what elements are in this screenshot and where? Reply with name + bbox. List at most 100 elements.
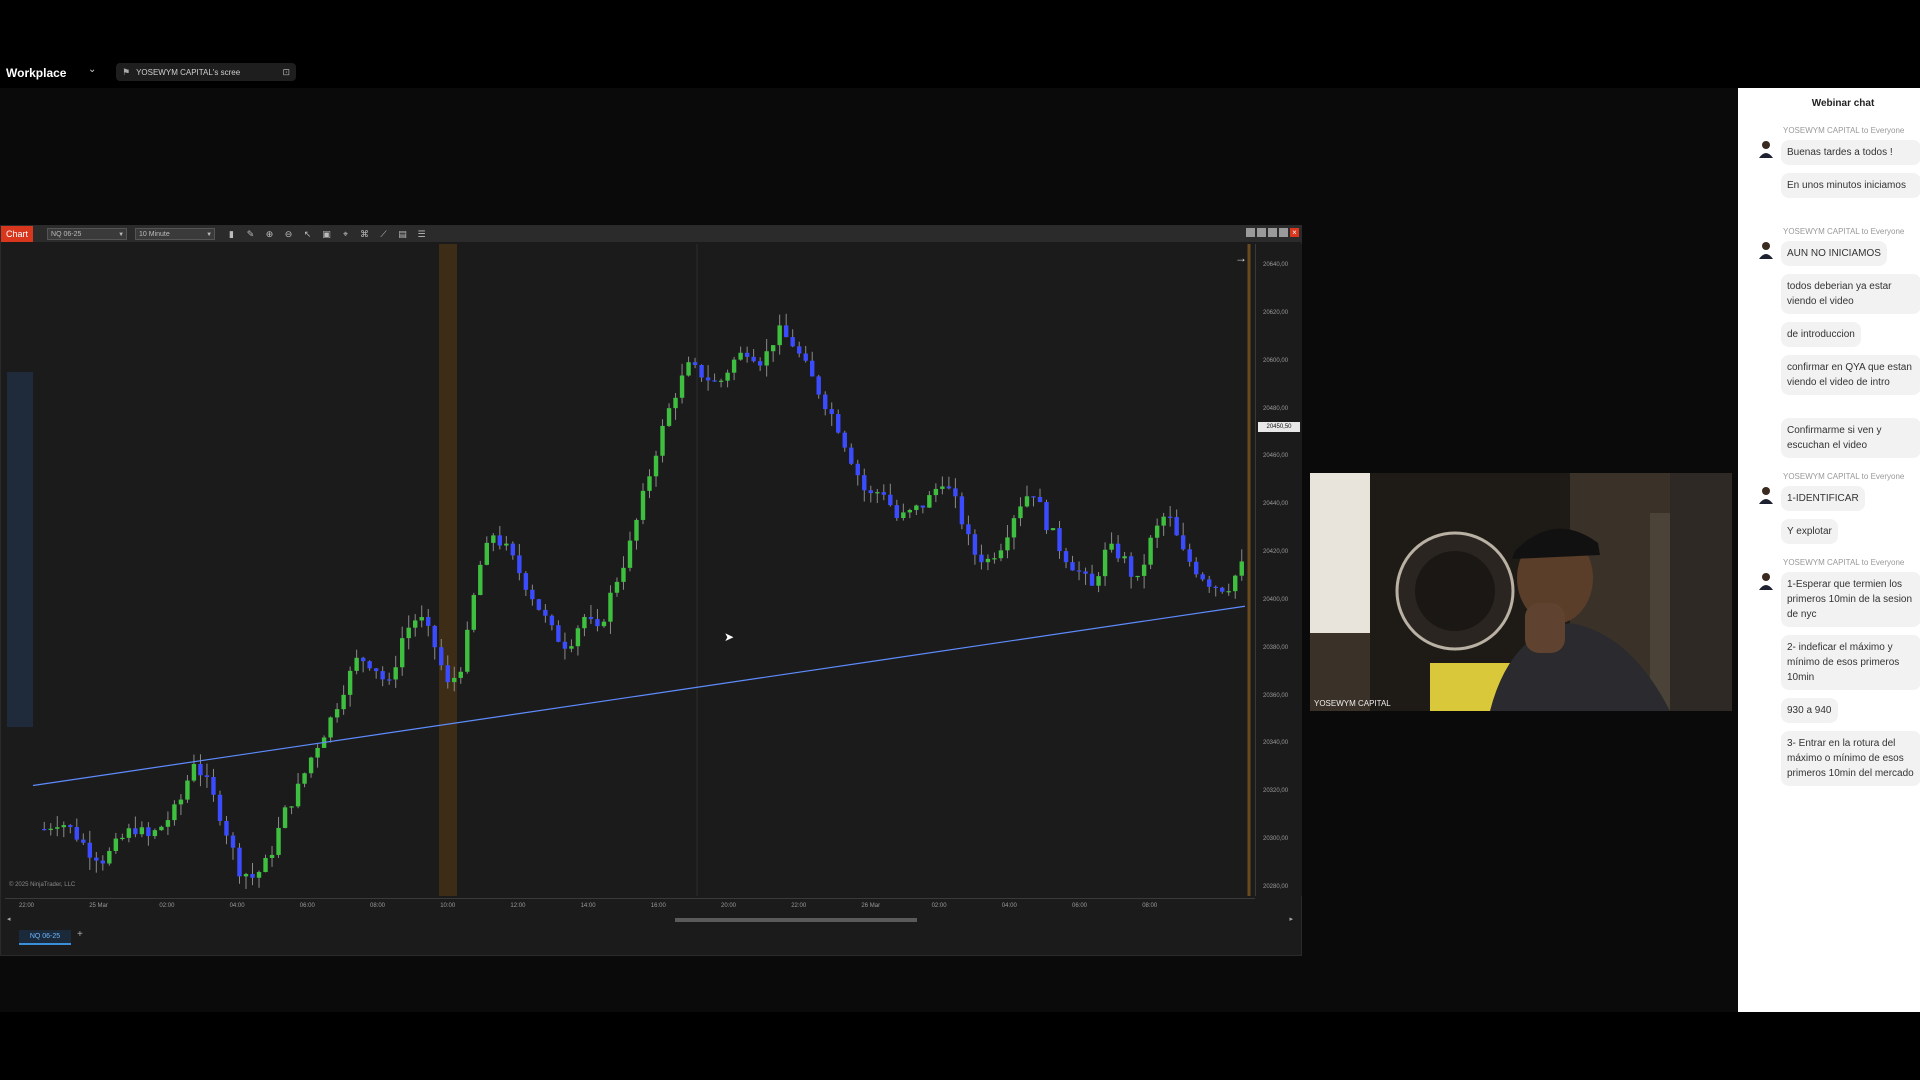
chevron-down-icon[interactable]: ⌄: [88, 64, 96, 75]
candle-up: [1109, 543, 1114, 550]
candle-down: [751, 356, 756, 362]
candle-up: [1102, 549, 1108, 577]
price-tick-label: 20360,00: [1263, 692, 1289, 699]
candle-up: [504, 543, 509, 546]
properties-icon[interactable]: ▤: [396, 228, 409, 240]
candle-up: [302, 773, 307, 784]
candle-up: [608, 592, 613, 622]
candle-up: [601, 621, 607, 627]
tile-icon[interactable]: [1257, 228, 1266, 237]
draw-tool-icon[interactable]: ✎: [244, 228, 257, 240]
workplace-menu[interactable]: Workplace: [6, 66, 66, 80]
list-icon[interactable]: ☰: [415, 228, 428, 240]
candle-up: [393, 667, 398, 680]
candle-up: [172, 804, 177, 821]
pointer-icon[interactable]: ↖: [301, 228, 314, 240]
candle-up: [627, 540, 633, 568]
candle-up: [165, 820, 171, 827]
price-tick-label: 20300,00: [1263, 836, 1289, 843]
candle-down: [380, 671, 385, 680]
candle-up: [465, 629, 470, 672]
scrollbar-thumb[interactable]: [675, 918, 917, 922]
candle-down: [790, 337, 795, 347]
candle-up: [471, 594, 476, 630]
minimize-icon[interactable]: [1268, 228, 1277, 237]
candle-up: [1135, 575, 1140, 578]
bar-type-icon[interactable]: ▮: [225, 228, 238, 240]
zoom-in-icon[interactable]: ⊕: [263, 228, 276, 240]
window-controls: ×: [1246, 228, 1299, 237]
price-chart[interactable]: → ➤: [5, 244, 1255, 896]
candle-up: [1096, 576, 1101, 586]
chart-window: Chart NQ 06-25 ▼ 10 Minute ▼ ▮ ✎ ⊕ ⊖ ↖ ▣ ⌖…: [0, 225, 1302, 956]
candle-up: [159, 826, 164, 831]
candle-down: [230, 835, 236, 848]
candle-down: [1089, 573, 1095, 586]
session-band: [439, 244, 457, 896]
candle-up: [686, 362, 691, 376]
candle-down: [888, 494, 893, 506]
candle-down: [439, 647, 444, 666]
candle-down: [1200, 574, 1205, 580]
candle-down: [81, 839, 86, 843]
candle-up: [458, 671, 463, 678]
candle-down: [536, 599, 542, 610]
candle-down: [1187, 549, 1192, 562]
candle-down: [803, 353, 808, 361]
candle-up: [725, 372, 730, 381]
maximize-icon[interactable]: [1279, 228, 1288, 237]
candle-up: [107, 850, 112, 864]
candle-down: [894, 505, 900, 519]
price-axis[interactable]: 20640,00 20620,00 20600,00 20480,00 20460,00…: [1255, 244, 1302, 896]
candle-up: [907, 509, 913, 513]
webinar-chat-panel: Webinar chat YOSEWYM CAPITAL to Everyone…: [1738, 88, 1920, 1012]
scroll-left-icon[interactable]: ◂: [7, 915, 11, 923]
candle-up: [1122, 556, 1127, 559]
horizontal-scrollbar[interactable]: ◂ ▸: [5, 916, 1295, 924]
price-tick-label: 20280,00: [1263, 884, 1289, 890]
instrument-tabs-bar: NQ 06-25 +: [1, 926, 1301, 950]
instrument-select[interactable]: NQ 06-25 ▼: [47, 228, 128, 240]
candle-up: [640, 490, 646, 520]
indicator-icon[interactable]: ⌘: [358, 228, 371, 240]
presenter-webcam: YOSEWYM CAPITAL: [1310, 473, 1732, 711]
candle-down: [237, 847, 242, 877]
price-tick-label: 20320,00: [1263, 788, 1289, 795]
line-tool-icon[interactable]: ⟋: [377, 228, 390, 240]
zoom-out-icon[interactable]: ⊖: [282, 228, 295, 240]
screen-share-tab[interactable]: ⚑ YOSEWYM CAPITAL's scree ⊡: [116, 63, 296, 81]
instrument-tab[interactable]: NQ 06-25: [19, 930, 71, 945]
close-icon[interactable]: ×: [1290, 228, 1299, 237]
candle-down: [868, 490, 873, 494]
time-tick-label: 02:00: [931, 903, 947, 909]
strategy-icon[interactable]: ⌖: [339, 228, 352, 240]
candle-up: [491, 535, 496, 543]
candle-down: [862, 475, 867, 491]
tile-icon[interactable]: [1246, 228, 1255, 237]
time-axis[interactable]: 22:00 25 Mar 02:00 04:00 06:00 08:00 10:00 12:0…: [5, 898, 1255, 913]
copyright-text: © 2025 NinjaTrader, LLC: [9, 882, 76, 888]
scroll-right-arrow-icon[interactable]: ▸: [1289, 915, 1293, 923]
chat-message: Y explotar: [1781, 519, 1838, 544]
chevron-down-icon: ▼: [118, 232, 125, 238]
template-icon[interactable]: ▣: [320, 228, 333, 240]
candle-up: [569, 646, 574, 649]
candle-up: [48, 828, 53, 830]
left-range-shading: [7, 372, 33, 727]
screen-share-label: YOSEWYM CAPITAL's scree: [136, 67, 241, 77]
interval-select[interactable]: 10 Minute ▼: [135, 228, 216, 240]
candle-up: [985, 558, 991, 563]
candle-up: [1024, 496, 1030, 507]
candle-down: [1193, 561, 1199, 575]
expand-icon[interactable]: ⊡: [282, 67, 290, 78]
price-tick-label: 20480,00: [1263, 405, 1289, 412]
candle-up: [914, 505, 919, 510]
candle-up: [400, 638, 405, 668]
candle-down: [386, 679, 392, 681]
add-tab-icon[interactable]: +: [77, 929, 83, 940]
candle-up: [191, 763, 197, 781]
chart-badge[interactable]: Chart: [1, 226, 34, 242]
candle-up: [139, 827, 145, 835]
candle-down: [855, 463, 860, 476]
mouse-cursor-icon: ➤: [724, 630, 734, 644]
